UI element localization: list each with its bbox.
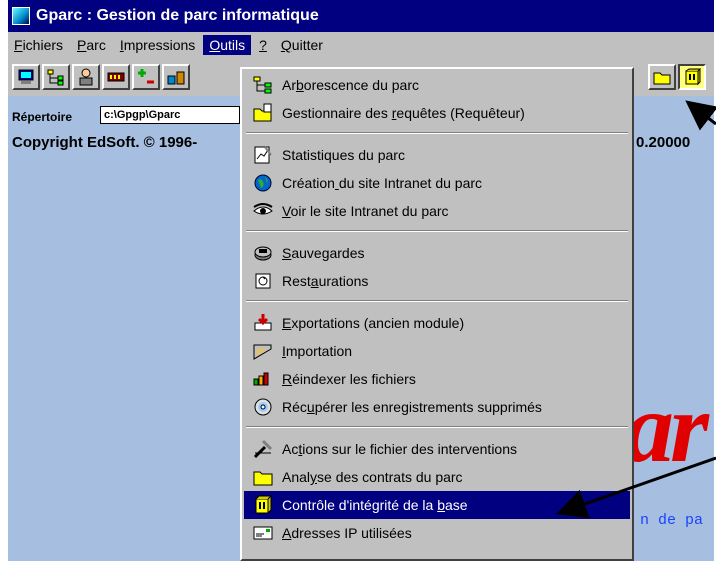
- eye-icon: [252, 200, 274, 222]
- user-icon[interactable]: [72, 64, 100, 90]
- menu-item-controle-integrite[interactable]: Contrôle d'intégrité de la base: [244, 491, 630, 519]
- menu-item-recuperer[interactable]: Récupérer les enregistrements supprimés: [244, 393, 630, 421]
- app-icon[interactable]: [12, 7, 30, 25]
- tree-icon[interactable]: [42, 64, 70, 90]
- backup-icon: [252, 242, 274, 264]
- menu-impressions[interactable]: Impressions: [114, 35, 201, 55]
- folder-icon: [252, 466, 274, 488]
- export-icon: [252, 312, 274, 334]
- menu-item-reindexer[interactable]: Réindexer les fichiers: [244, 365, 630, 393]
- tools-icon: [252, 438, 274, 460]
- subtitle-text: n de pa: [640, 512, 704, 529]
- menu-separator: [246, 426, 628, 428]
- directory-field[interactable]: c:\Gpgp\Gparc: [100, 106, 240, 124]
- add-remove-icon[interactable]: [132, 64, 160, 90]
- menu-item-arborescence[interactable]: Arborescence du parc: [244, 71, 630, 99]
- menu-help[interactable]: ?: [253, 35, 273, 55]
- menu-bar: Fichiers Parc Impressions Outils ? Quitt…: [8, 32, 714, 58]
- outils-menu: Arborescence du parc Gestionnaire des re…: [240, 67, 634, 561]
- window-title: Gparc : Gestion de parc informatique: [36, 7, 319, 24]
- menu-item-importation[interactable]: Importation: [244, 337, 630, 365]
- menu-fichiers[interactable]: Fichiers: [8, 35, 69, 55]
- menu-parc[interactable]: Parc: [71, 35, 112, 55]
- import-icon: [252, 340, 274, 362]
- database-icon: [252, 494, 274, 516]
- menu-item-restaurations[interactable]: Restaurations: [244, 267, 630, 295]
- menu-separator: [246, 230, 628, 232]
- globe-icon: [252, 172, 274, 194]
- reindex-icon: [252, 368, 274, 390]
- menu-separator: [246, 132, 628, 134]
- toolbar-folder-icon[interactable]: [648, 64, 676, 90]
- menu-outils[interactable]: Outils: [203, 35, 252, 55]
- directory-label: Répertoire: [12, 110, 73, 124]
- menu-item-sauvegardes[interactable]: Sauvegardes: [244, 239, 630, 267]
- application-window: Gparc : Gestion de parc informatique Fic…: [8, 0, 714, 561]
- network-card-icon[interactable]: [102, 64, 130, 90]
- menu-quitter[interactable]: Quitter: [275, 35, 329, 55]
- statistics-icon: [252, 144, 274, 166]
- query-folder-icon: [252, 102, 274, 124]
- copyright-text: Copyright EdSoft. © 1996-: [12, 134, 198, 151]
- computer-icon[interactable]: [12, 64, 40, 90]
- ip-card-icon: [252, 522, 274, 544]
- title-bar: Gparc : Gestion de parc informatique: [8, 0, 714, 32]
- menu-separator: [246, 300, 628, 302]
- menu-item-requeteur[interactable]: Gestionnaire des requêtes (Requêteur): [244, 99, 630, 127]
- toolbar-database-icon[interactable]: [678, 64, 706, 90]
- menu-item-exportations[interactable]: Exportations (ancien module): [244, 309, 630, 337]
- menu-item-adresses-ip[interactable]: Adresses IP utilisées: [244, 519, 630, 547]
- menu-item-voir-site[interactable]: Voir le site Intranet du parc: [244, 197, 630, 225]
- menu-item-analyse-contrats[interactable]: Analyse des contrats du parc: [244, 463, 630, 491]
- restore-icon: [252, 270, 274, 292]
- version-text: 0.20000: [636, 134, 691, 151]
- logo-text: ar: [624, 372, 709, 483]
- menu-item-actions-interventions[interactable]: Actions sur le fichier des interventions: [244, 435, 630, 463]
- devices-icon[interactable]: [162, 64, 190, 90]
- menu-item-statistiques[interactable]: Statistiques du parc: [244, 141, 630, 169]
- menu-item-creation-site[interactable]: Création du site Intranet du parc: [244, 169, 630, 197]
- tree-icon: [252, 74, 274, 96]
- cd-icon: [252, 396, 274, 418]
